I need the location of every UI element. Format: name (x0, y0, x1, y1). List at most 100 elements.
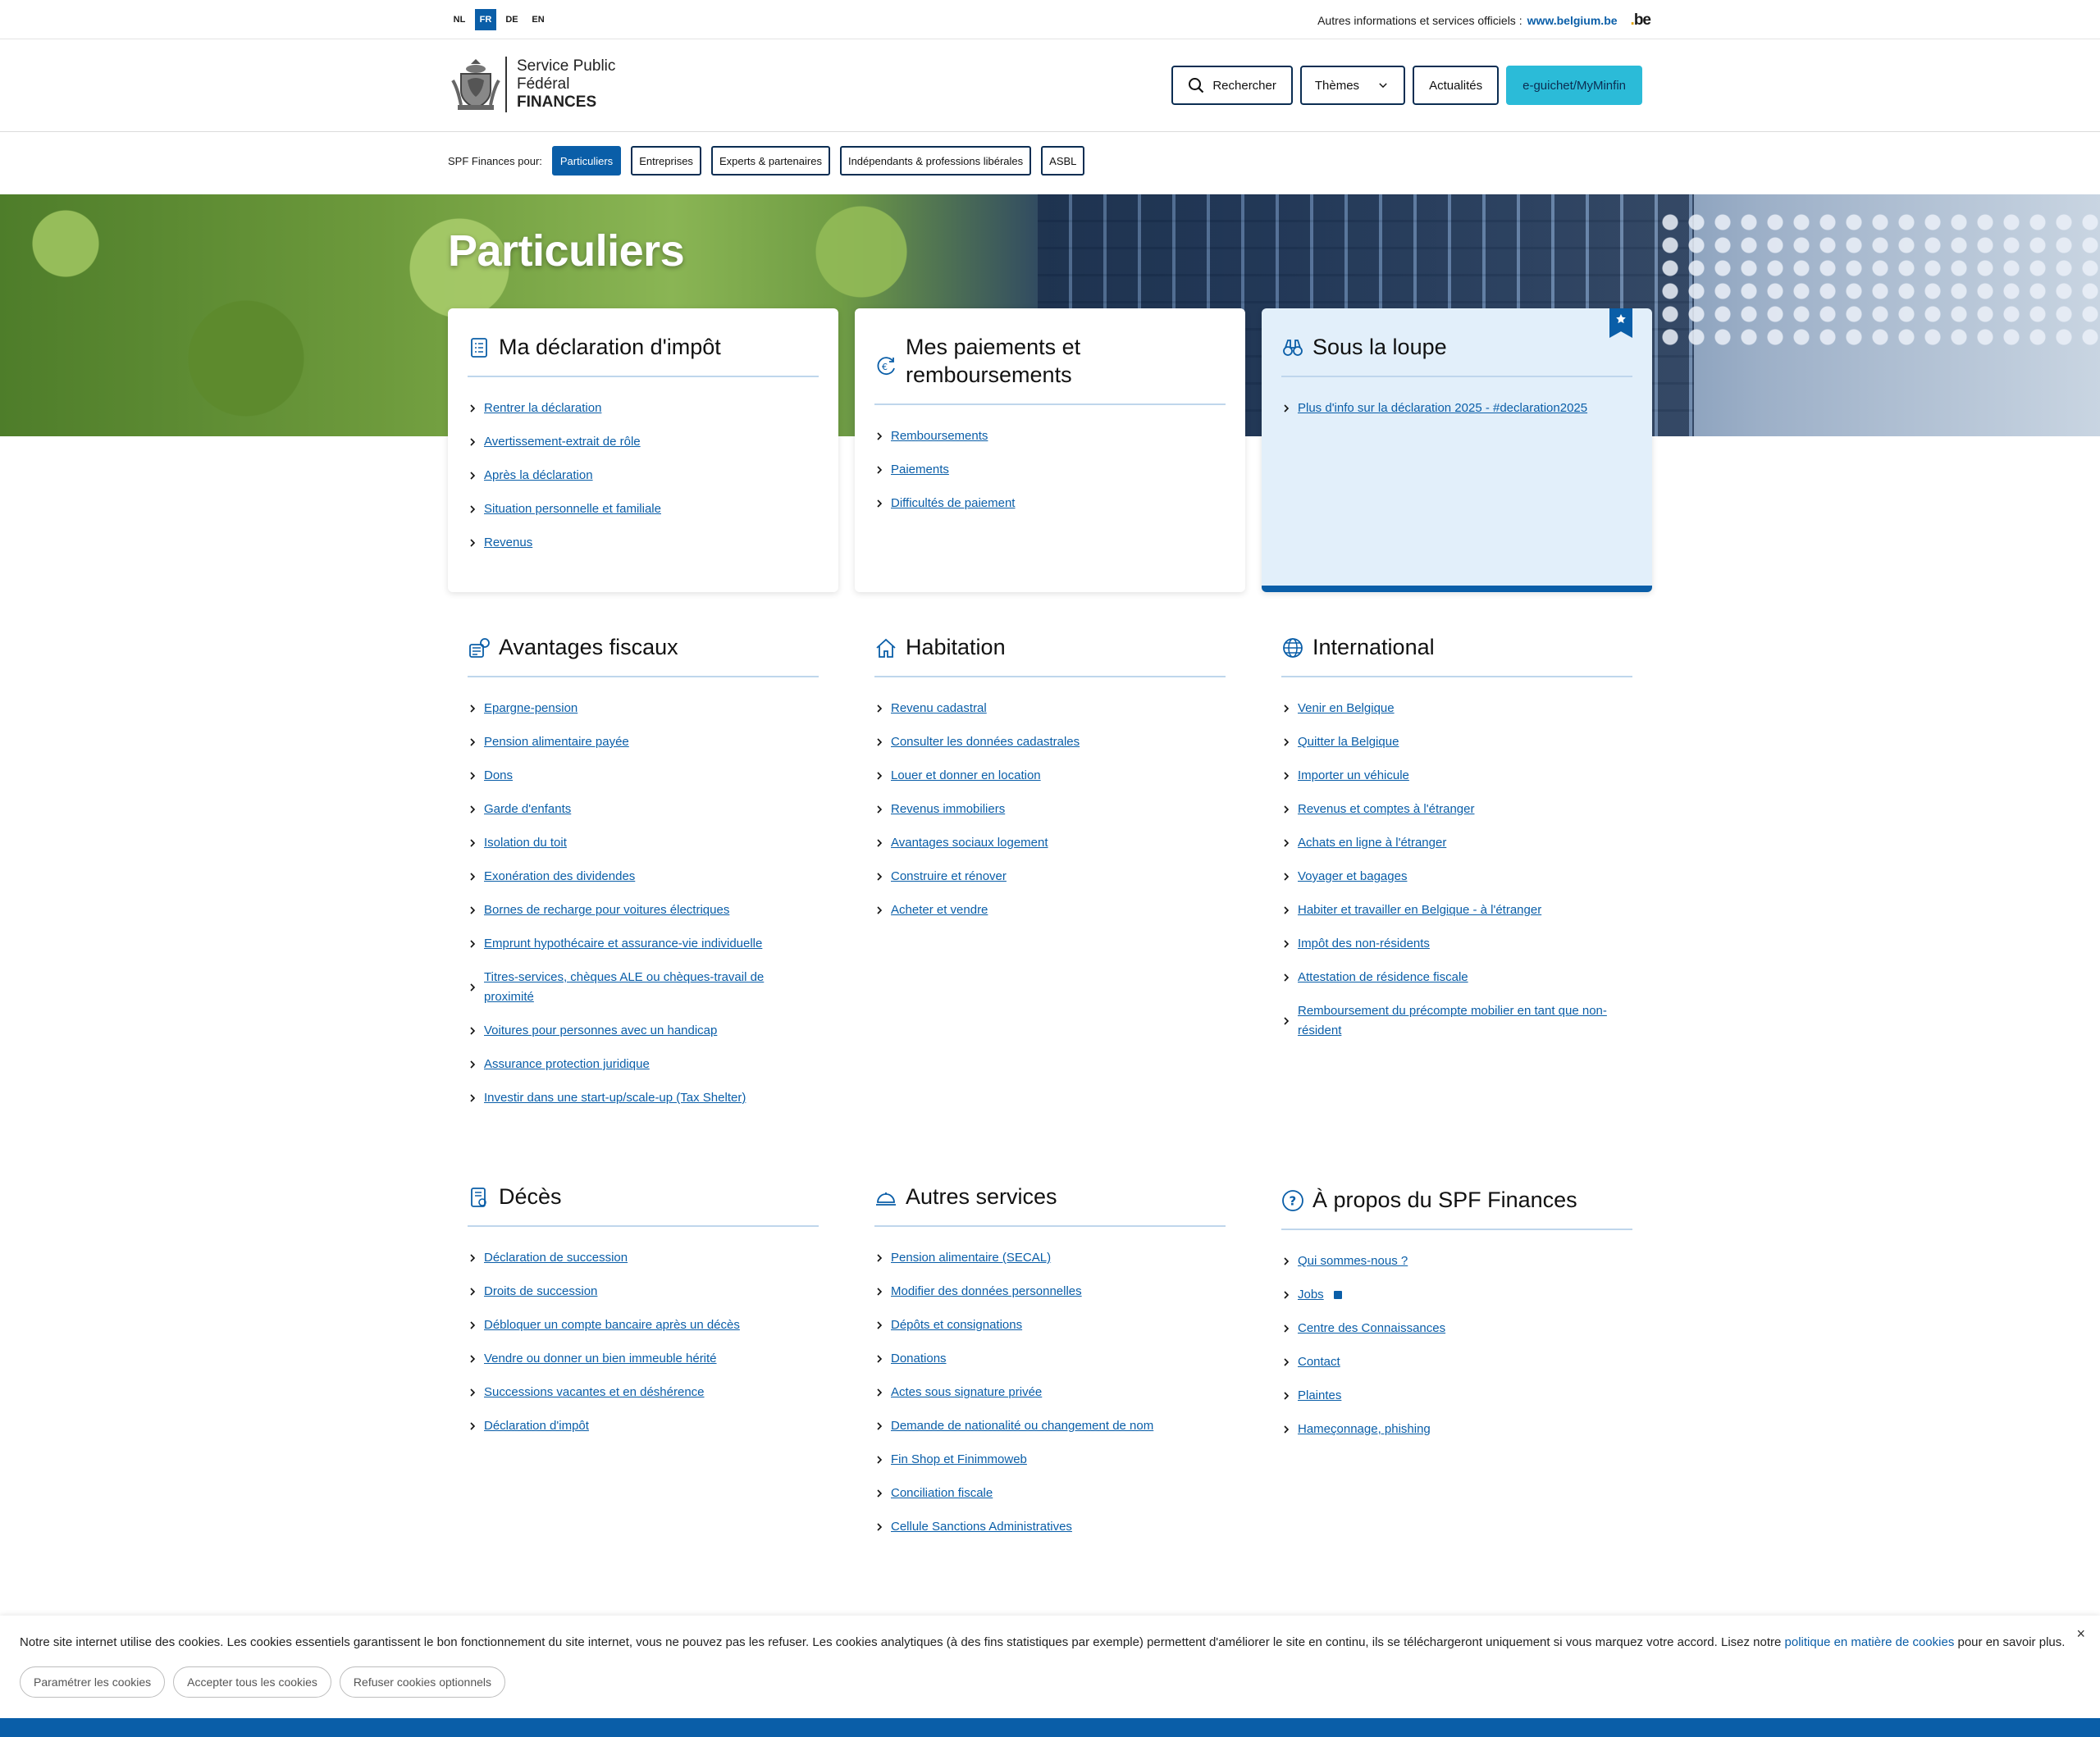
link[interactable]: Déclaration d'impôt (484, 1416, 589, 1436)
audience-independants[interactable]: Indépendants & professions libérales (839, 146, 1032, 176)
link[interactable]: Exonération des dividendes (484, 867, 635, 887)
lang-de[interactable]: DE (501, 9, 523, 30)
link[interactable]: Avantages sociaux logement (891, 833, 1048, 853)
chevron-right-icon (1284, 1291, 1290, 1299)
link[interactable]: Remboursement du précompte mobilier en t… (1298, 1001, 1626, 1041)
link[interactable]: Habiter et travailler en Belgique - à l'… (1298, 900, 1541, 920)
link[interactable]: Demande de nationalité ou changement de … (891, 1416, 1153, 1436)
link[interactable]: Centre des Connaissances (1298, 1319, 1445, 1338)
audience-asbl[interactable]: ASBL (1041, 146, 1085, 176)
question-circle-icon: ? (1282, 1190, 1303, 1211)
link[interactable]: Quitter la Belgique (1298, 732, 1399, 752)
link[interactable]: Venir en Belgique (1298, 699, 1395, 718)
section-title: Avantages fiscaux (499, 635, 678, 659)
close-icon[interactable]: × (2076, 1625, 2085, 1643)
link[interactable]: Louer et donner en location (891, 766, 1041, 786)
link[interactable]: Revenus immobiliers (891, 800, 1005, 819)
link[interactable]: Situation personnelle et familiale (484, 499, 661, 519)
link[interactable]: Droits de succession (484, 1282, 597, 1302)
link[interactable]: Voitures pour personnes avec un handicap (484, 1021, 717, 1041)
refuse-optional-cookies-button[interactable]: Refuser cookies optionnels (339, 1666, 506, 1698)
chevron-right-icon (877, 906, 883, 914)
search-button[interactable]: Rechercher (1171, 66, 1293, 105)
link[interactable]: Emprunt hypothécaire et assurance-vie in… (484, 934, 762, 954)
chevron-right-icon (470, 1288, 476, 1296)
link[interactable]: Successions vacantes et en déshérence (484, 1383, 705, 1402)
audience-entreprises[interactable]: Entreprises (631, 146, 701, 176)
link[interactable]: Difficultés de paiement (891, 494, 1015, 513)
link[interactable]: Revenus et comptes à l'étranger (1298, 800, 1474, 819)
link[interactable]: Remboursements (891, 426, 988, 446)
be-logo[interactable]: .be (1631, 11, 1651, 30)
spf-finances-logo[interactable]: Service Public Fédéral FINANCES (450, 56, 615, 113)
link[interactable]: Investir dans une start-up/scale-up (Tax… (484, 1088, 746, 1108)
link[interactable]: Revenu cadastral (891, 699, 987, 718)
link[interactable]: Achats en ligne à l'étranger (1298, 833, 1446, 853)
link[interactable]: Avertissement-extrait de rôle (484, 432, 641, 452)
link[interactable]: Paiements (891, 460, 949, 480)
cookie-policy-link[interactable]: politique en matière de cookies (1785, 1635, 1955, 1649)
list-item: Titres-services, chèques ALE ou chèques-… (468, 968, 819, 1007)
link[interactable]: Débloquer un compte bancaire après un dé… (484, 1315, 740, 1335)
external-link-icon (1333, 1291, 1342, 1299)
link[interactable]: Plaintes (1298, 1386, 1341, 1406)
lang-fr[interactable]: FR (475, 9, 496, 30)
link[interactable]: Dépôts et consignations (891, 1315, 1022, 1335)
lang-nl[interactable]: NL (449, 9, 470, 30)
link[interactable]: Revenus (484, 533, 532, 553)
link[interactable]: Jobs (1298, 1285, 1324, 1305)
chevron-right-icon (470, 839, 476, 847)
news-button[interactable]: Actualités (1413, 66, 1500, 105)
link[interactable]: Consulter les données cadastrales (891, 732, 1080, 752)
link[interactable]: Modifier des données personnelles (891, 1282, 1082, 1302)
link[interactable]: Impôt des non-résidents (1298, 934, 1430, 954)
link[interactable]: Attestation de résidence fiscale (1298, 968, 1468, 987)
eguichet-button[interactable]: e-guichet/MyMinfin (1506, 66, 1642, 105)
link[interactable]: Contact (1298, 1352, 1340, 1372)
chevron-right-icon (470, 539, 476, 547)
section-title: International (1312, 635, 1435, 659)
link[interactable]: Rentrer la déclaration (484, 399, 601, 418)
lang-en[interactable]: EN (527, 9, 549, 30)
main-nav: Rechercher Thèmes Actualités e-guichet/M… (1171, 66, 1642, 105)
link[interactable]: Qui sommes-nous ? (1298, 1251, 1408, 1271)
link[interactable]: Actes sous signature privée (891, 1383, 1042, 1402)
link[interactable]: Titres-services, chèques ALE ou chèques-… (484, 968, 796, 1007)
link[interactable]: Après la déclaration (484, 466, 593, 486)
accept-all-cookies-button[interactable]: Accepter tous les cookies (173, 1666, 331, 1698)
link-list: Pension alimentaire (SECAL) Modifier des… (874, 1248, 1226, 1537)
link[interactable]: Pension alimentaire payée (484, 732, 629, 752)
chevron-right-icon (877, 1388, 883, 1397)
link[interactable]: Assurance protection juridique (484, 1055, 650, 1074)
link[interactable]: Hameçonnage, phishing (1298, 1420, 1431, 1439)
link[interactable]: Pension alimentaire (SECAL) (891, 1248, 1051, 1268)
list-item: Investir dans une start-up/scale-up (Tax… (468, 1088, 819, 1108)
chevron-right-icon (470, 772, 476, 780)
document-list-icon (471, 338, 487, 358)
cookie-settings-button[interactable]: Paramétrer les cookies (20, 1666, 166, 1698)
link[interactable]: Epargne-pension (484, 699, 578, 718)
link[interactable]: Dons (484, 766, 513, 786)
link[interactable]: Garde d'enfants (484, 800, 571, 819)
link[interactable]: Vendre ou donner un bien immeuble hérité (484, 1349, 717, 1369)
audience-particuliers[interactable]: Particuliers (551, 146, 622, 176)
themes-button[interactable]: Thèmes (1299, 66, 1406, 105)
link[interactable]: Acheter et vendre (891, 900, 988, 920)
link[interactable]: Conciliation fiscale (891, 1484, 993, 1503)
link[interactable]: Voyager et bagages (1298, 867, 1407, 887)
link[interactable]: Fin Shop et Finimmoweb (891, 1450, 1027, 1470)
link[interactable]: Importer un véhicule (1298, 766, 1409, 786)
link[interactable]: Déclaration de succession (484, 1248, 628, 1268)
link[interactable]: Cellule Sanctions Administratives (891, 1517, 1072, 1537)
link[interactable]: Isolation du toit (484, 833, 567, 853)
link-list: Epargne-pension Pension alimentaire payé… (468, 699, 819, 1108)
link[interactable]: Construire et rénover (891, 867, 1007, 887)
audience-experts[interactable]: Experts & partenaires (710, 146, 830, 176)
belgium-link[interactable]: www.belgium.be (1527, 14, 1618, 27)
link[interactable]: Donations (891, 1349, 947, 1369)
link[interactable]: Plus d'info sur la déclaration 2025 - #d… (1298, 399, 1587, 418)
link[interactable]: Bornes de recharge pour voitures électri… (484, 900, 729, 920)
chevron-right-icon (1284, 1425, 1290, 1434)
official-text: Autres informations et services officiel… (1317, 14, 1522, 27)
chevron-right-icon (470, 704, 476, 713)
